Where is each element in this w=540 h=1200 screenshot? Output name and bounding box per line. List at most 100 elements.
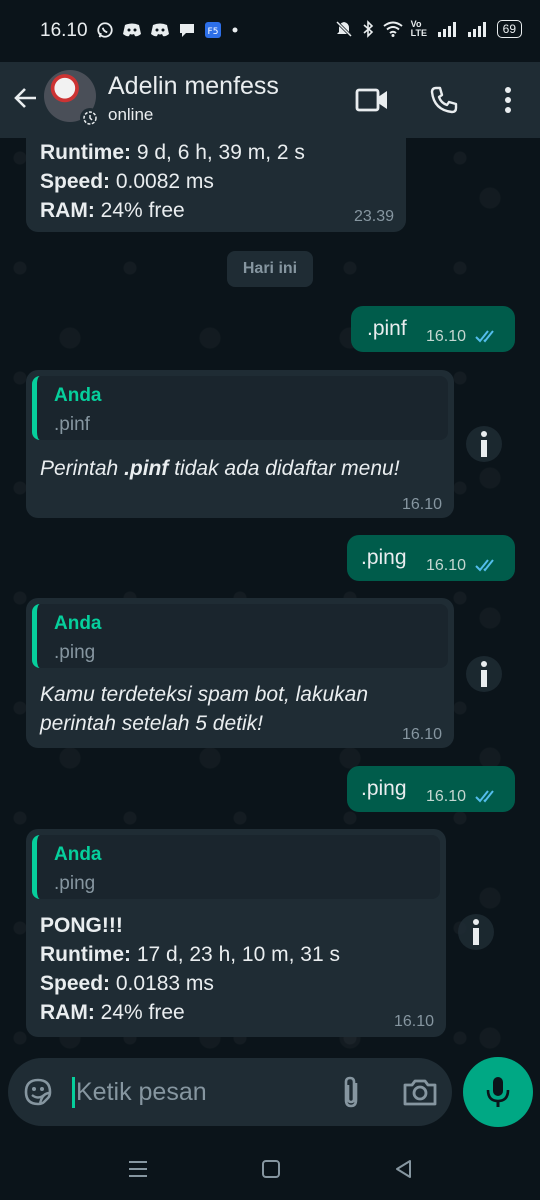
status-bar: 16.10 F5 Vo LTE 69 <box>0 0 540 62</box>
message-time: 16.10 <box>393 1013 434 1030</box>
read-ticks-icon <box>475 790 494 803</box>
message-text: .ping <box>361 546 407 569</box>
message-input-placeholder[interactable]: Ketik pesan <box>76 1078 207 1107</box>
message-time: 16.10 <box>401 496 442 513</box>
message-time: 16.10 <box>426 557 467 574</box>
message-outgoing[interactable]: .pinf 16.10 <box>351 306 515 352</box>
microphone-icon <box>486 1077 510 1107</box>
message-incoming[interactable]: Anda .ping PONG!!! Runtime: 17 d, 23 h, … <box>26 829 446 1037</box>
info-button[interactable] <box>458 914 494 950</box>
chat-notification-icon <box>180 24 194 37</box>
contact-name[interactable]: Adelin menfess <box>108 72 279 101</box>
notification-icons: F5 <box>96 21 240 39</box>
disappearing-timer-icon <box>80 108 100 128</box>
discord-notification-icon <box>123 23 141 37</box>
message-value: 17 d, 23 h, 10 m, 31 s <box>131 943 340 966</box>
quoted-author: Anda <box>54 844 102 865</box>
recent-apps-button[interactable] <box>123 1156 153 1182</box>
message-text: PONG!!! Runtime: 17 d, 23 h, 10 m, 31 s … <box>40 911 340 1027</box>
status-time: 16.10 <box>40 20 88 41</box>
home-button[interactable] <box>256 1156 286 1182</box>
svg-text:F5: F5 <box>208 27 219 37</box>
battery-indicator: 69 <box>496 20 522 38</box>
info-icon <box>481 431 487 457</box>
video-camera-icon <box>355 88 387 112</box>
signal-icon <box>467 22 486 37</box>
more-notifications-dot-icon <box>232 27 238 33</box>
discord-notification-icon <box>151 23 169 37</box>
voice-message-button[interactable] <box>463 1057 533 1127</box>
message-text: Runtime: 9 d, 6 h, 39 m, 2 s Speed: 0.00… <box>40 138 305 225</box>
camera-icon[interactable] <box>402 1076 438 1108</box>
message-list[interactable]: Runtime: 9 d, 6 h, 39 m, 2 s Speed: 0.00… <box>0 138 540 1058</box>
message-time: 16.10 <box>426 328 467 345</box>
message-incoming[interactable]: Anda .ping Kamu terdeteksi spam bot, lak… <box>26 598 454 748</box>
message-incoming[interactable]: Runtime: 9 d, 6 h, 39 m, 2 s Speed: 0.00… <box>26 138 406 232</box>
message-text-part: tidak ada didaftar menu! <box>168 457 400 480</box>
message-incoming[interactable]: Anda .pinf Perintah .pinf tidak ada dida… <box>26 370 454 518</box>
message-time: 23.39 <box>353 208 394 225</box>
more-vertical-icon <box>505 87 511 113</box>
message-bold-label: Runtime: <box>40 943 131 966</box>
back-triangle-icon <box>396 1160 411 1178</box>
system-icons: Vo LTE 69 <box>335 20 522 38</box>
system-navigation-bar <box>0 1138 540 1200</box>
info-icon <box>481 661 487 687</box>
message-text: Perintah .pinf tidak ada didaftar menu! <box>40 454 400 483</box>
chat-header: Adelin menfess online <box>0 62 540 138</box>
date-separator: Hari ini <box>227 251 313 287</box>
info-button[interactable] <box>466 426 502 462</box>
message-composer[interactable]: Ketik pesan <box>8 1058 452 1126</box>
video-call-button[interactable] <box>352 80 392 120</box>
menu-button[interactable] <box>488 80 528 120</box>
quoted-message[interactable]: Anda .pinf <box>32 376 448 440</box>
message-text: .ping <box>361 777 407 800</box>
info-button[interactable] <box>466 656 502 692</box>
back-nav-button[interactable] <box>389 1156 419 1182</box>
message-outgoing[interactable]: .ping 16.10 <box>347 766 515 812</box>
message-bold-label: PONG!!! <box>40 914 123 937</box>
message-value: 0.0082 ms <box>110 170 214 193</box>
bluetooth-icon <box>363 20 373 38</box>
quoted-author: Anda <box>54 385 102 406</box>
message-bold-label: Speed: <box>40 170 111 193</box>
volte-label: Vo LTE <box>410 19 427 38</box>
message-bold-label: Speed: <box>40 972 111 995</box>
app-notification-icon: F5 <box>205 22 221 38</box>
emoji-sticker-icon[interactable] <box>22 1076 54 1108</box>
back-button[interactable] <box>8 80 44 116</box>
message-bold-label: RAM: <box>40 199 95 222</box>
signal-icon <box>437 22 456 37</box>
quoted-text: .pinf <box>54 414 90 435</box>
message-bold-label: RAM: <box>40 1001 95 1024</box>
home-square-icon <box>262 1160 280 1178</box>
message-text-part: Perintah <box>40 457 125 480</box>
message-outgoing[interactable]: .ping 16.10 <box>347 535 515 581</box>
message-text: .pinf <box>367 317 407 340</box>
message-value: 0.0183 ms <box>110 972 214 995</box>
text-cursor <box>72 1077 75 1108</box>
voice-call-button[interactable] <box>424 80 464 120</box>
read-ticks-icon <box>475 559 494 572</box>
message-value: 9 d, 6 h, 39 m, 2 s <box>131 141 305 164</box>
wifi-icon <box>383 21 403 37</box>
message-text: Kamu terdeteksi spam bot, lakukan perint… <box>40 680 368 738</box>
message-text-line: perintah setelah 5 detik! <box>40 712 263 735</box>
whatsapp-notification-icon <box>97 22 113 38</box>
read-ticks-icon <box>475 330 494 343</box>
menu-lines-icon <box>129 1161 147 1177</box>
message-time: 16.10 <box>426 788 467 805</box>
attach-icon[interactable] <box>335 1074 367 1110</box>
quoted-message[interactable]: Anda .ping <box>32 604 448 668</box>
quoted-message[interactable]: Anda .ping <box>32 835 440 899</box>
message-text-line: Kamu terdeteksi spam bot, lakukan <box>40 683 369 706</box>
message-value: 24% free <box>94 1001 185 1024</box>
phone-icon <box>430 86 458 114</box>
quoted-author: Anda <box>54 613 102 634</box>
info-icon <box>473 919 479 945</box>
quoted-text: .ping <box>54 642 96 663</box>
back-arrow-icon <box>14 88 36 108</box>
quoted-text: .ping <box>54 873 96 894</box>
mute-icon <box>335 20 352 38</box>
contact-status: online <box>108 105 154 124</box>
